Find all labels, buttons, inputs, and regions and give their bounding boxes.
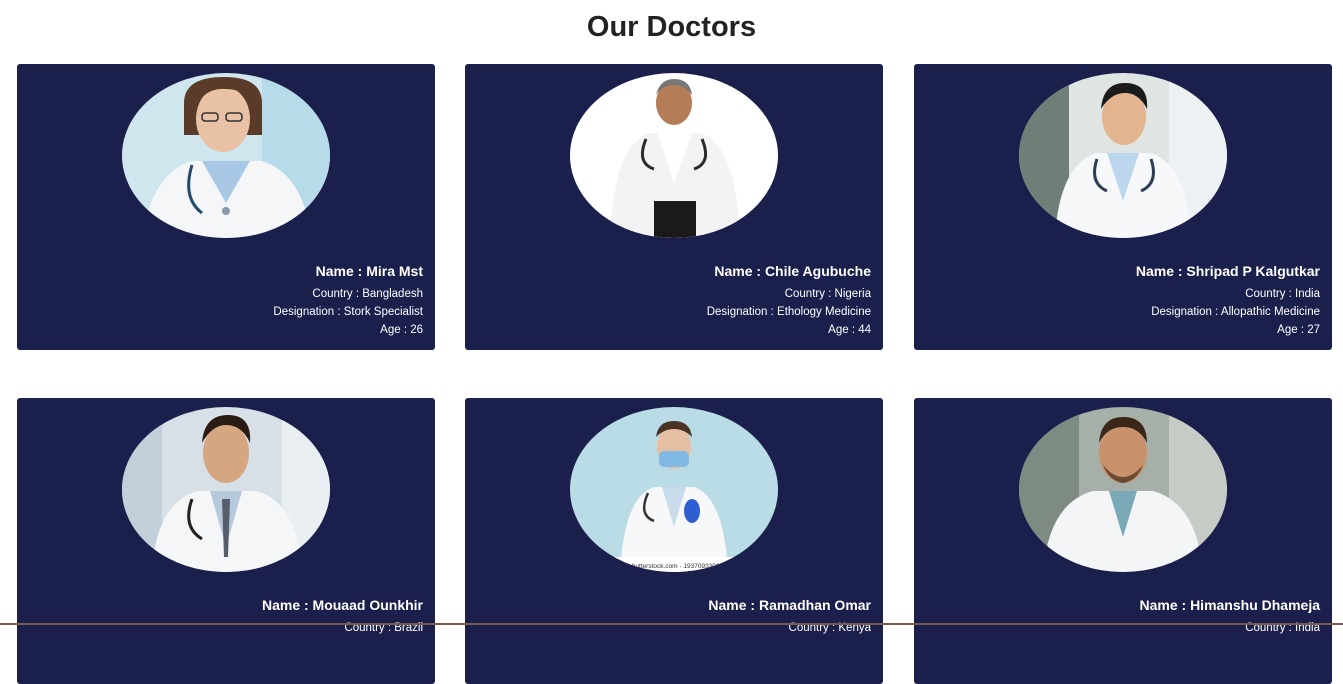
doctor-info: Name : Himanshu Dhameja Country : India	[1140, 596, 1321, 637]
doctor-photo	[1019, 407, 1227, 572]
doctor-card: Name : Shripad P Kalgutkar Country : Ind…	[914, 64, 1332, 350]
doctor-name: Name : Himanshu Dhameja	[1139, 597, 1321, 613]
page-title: Our Doctors	[586, 11, 757, 43]
doctor-designation: Designation : Ethology Medicine	[706, 306, 871, 318]
doctor-name: Name : Mouaad Ounkhir	[261, 597, 423, 613]
doctor-info: Name : Ramadhan Omar Country : Kenya	[708, 596, 871, 637]
watermark-text: shutterstock.com · 1937093306	[628, 563, 719, 570]
doctor-card: shutterstock.com · 1937093306 Name : Ram…	[465, 398, 883, 684]
doctor-age: Age : 44	[828, 324, 871, 336]
doctor-photo-man	[122, 407, 330, 572]
doctor-card: Name : Mira Mst Country : Bangladesh Des…	[17, 64, 435, 350]
doctor-photo	[570, 73, 778, 238]
doctor-age: Age : 26	[380, 324, 423, 336]
doctor-age: Age : 27	[1277, 324, 1320, 336]
doctor-info: Name : Shripad P Kalgutkar Country : Ind…	[1136, 262, 1320, 339]
doctor-country: Country : Kenya	[788, 622, 871, 634]
doctor-photo-man	[570, 73, 778, 238]
doctor-info: Name : Chile Agubuche Country : Nigeria …	[707, 262, 871, 339]
doctor-photo-man-masked: shutterstock.com · 1937093306	[570, 407, 778, 572]
doctor-info: Name : Mira Mst Country : Bangladesh Des…	[273, 262, 423, 339]
doctor-country: Country : Brazil	[344, 622, 423, 634]
doctor-name: Name : Mira Mst	[315, 263, 423, 279]
doctor-country: Country : Nigeria	[784, 288, 871, 300]
doctor-name: Name : Shripad P Kalgutkar	[1135, 263, 1320, 279]
doctor-photo	[122, 73, 330, 238]
doctor-photo-man	[1019, 407, 1227, 572]
doctor-photo	[122, 407, 330, 572]
doctor-photo-woman	[122, 73, 330, 238]
doctor-card: Name : Mouaad Ounkhir Country : Brazil	[17, 398, 435, 684]
doctor-country: Country : India	[1245, 622, 1320, 634]
doctor-name: Name : Ramadhan Omar	[708, 597, 871, 613]
doctor-card: Name : Chile Agubuche Country : Nigeria …	[465, 64, 883, 350]
doctor-photo	[1019, 73, 1227, 238]
doctor-photo-man	[1019, 73, 1227, 238]
doctor-card: Name : Himanshu Dhameja Country : India	[914, 398, 1332, 684]
doctor-photo: shutterstock.com · 1937093306	[570, 407, 778, 572]
doctor-designation: Designation : Stork Specialist	[273, 306, 423, 318]
doctor-country: Country : India	[1245, 288, 1320, 300]
doctor-designation: Designation : Allopathic Medicine	[1151, 306, 1320, 318]
doctor-country: Country : Bangladesh	[312, 288, 423, 300]
doctor-name: Name : Chile Agubuche	[714, 263, 871, 279]
doctor-info: Name : Mouaad Ounkhir Country : Brazil	[262, 596, 423, 637]
